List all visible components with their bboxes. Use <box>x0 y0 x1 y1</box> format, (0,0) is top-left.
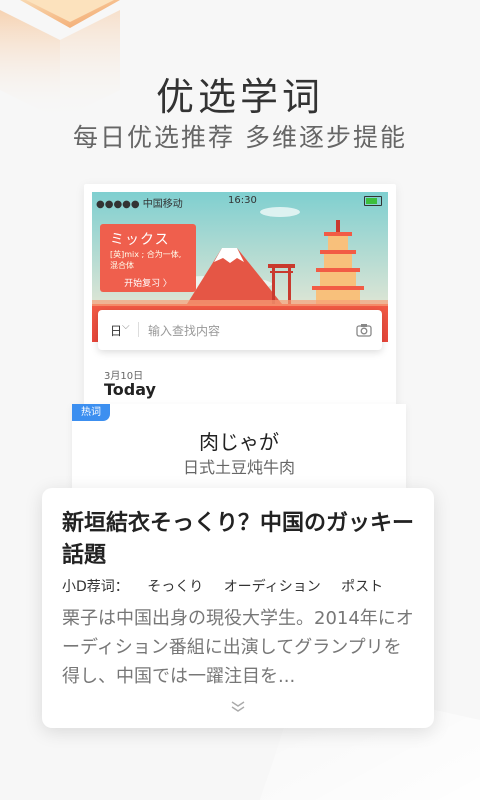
expand-chevron-icon[interactable] <box>230 700 246 714</box>
word-review-word: ミックス <box>110 232 170 248</box>
language-selector[interactable]: 日 <box>110 322 122 339</box>
carrier-label: ●●●●● 中国移动 <box>96 199 183 210</box>
status-time: 16:30 <box>228 195 257 206</box>
today-heading: Today <box>104 380 156 399</box>
hot-word-badge: 热词 <box>72 404 110 421</box>
search-input[interactable]: 输入查找内容 <box>148 322 220 339</box>
page-title: 优选学词 <box>155 75 324 119</box>
page-subtitle: 每日优选推荐 多维逐步提能 <box>73 123 407 152</box>
status-bar: ●●●●● 中国移动 16:30 <box>92 192 388 210</box>
article-excerpt: 栗子は中国出身の現役大学生。2014年にオーディション番組に出演してグランプリを… <box>62 608 414 687</box>
recommended-words-label: 小D荐词： <box>62 579 129 595</box>
word-review-card[interactable]: ミックス [英]mix ; 合为一体, 混合体 开始复习 〉 <box>100 224 196 292</box>
recommended-words: 小D荐词： そっくり オーディション ポスト <box>62 576 399 596</box>
start-review-button[interactable]: 开始复习 〉 <box>100 276 196 289</box>
word-review-definition: [英]mix ; 合为一体, 混合体 <box>110 250 182 270</box>
hot-word-card[interactable]: 热词 肉じゃが 日式土豆炖牛肉 <box>72 404 406 488</box>
search-bar[interactable]: 日 ⌵ 输入查找内容 <box>98 310 382 350</box>
battery-icon <box>364 196 382 206</box>
search-divider <box>138 322 139 337</box>
chevron-down-icon[interactable]: ⌵ <box>122 321 130 332</box>
hot-word: 肉じゃが <box>199 430 279 454</box>
recommended-word[interactable]: ポスト <box>341 579 383 595</box>
recommended-word[interactable]: オーディション <box>224 579 321 595</box>
article-title: 新垣結衣そっくり？中国のガッキー話題 <box>62 511 415 568</box>
article-card[interactable]: 新垣結衣そっくり？中国のガッキー話題 小D荐词： そっくり オーディション ポス… <box>42 488 434 728</box>
recommended-word[interactable]: そっくり <box>147 579 203 595</box>
camera-icon[interactable] <box>356 322 372 338</box>
hot-word-meaning: 日式土豆炖牛肉 <box>182 458 295 477</box>
